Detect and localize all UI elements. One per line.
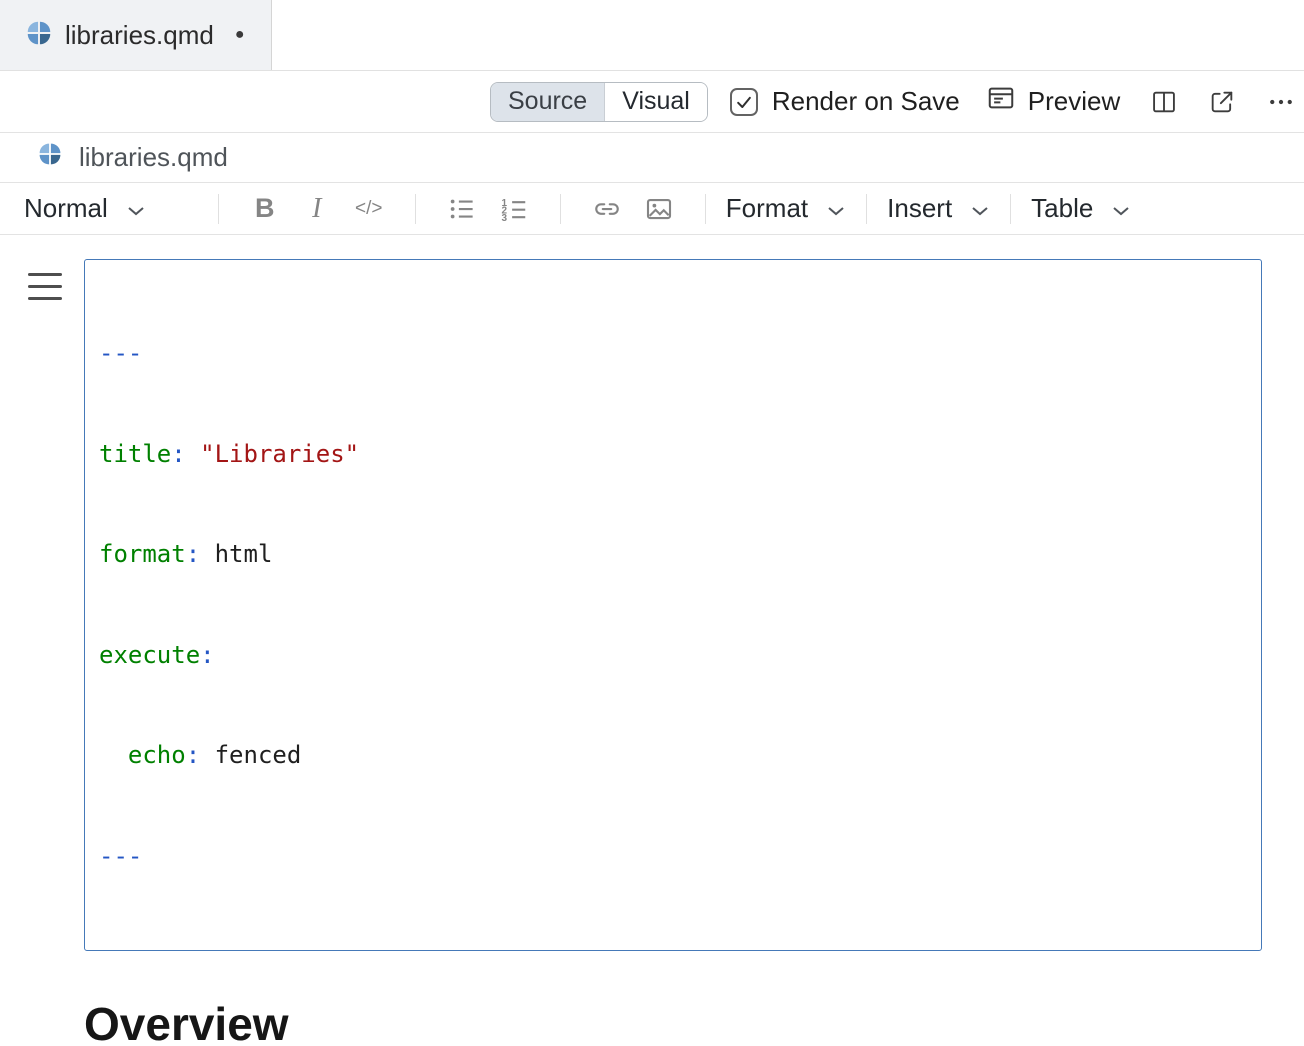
toolbar-separator	[705, 194, 706, 224]
preview-label: Preview	[1028, 86, 1120, 117]
split-editor-icon[interactable]	[1150, 88, 1178, 116]
source-visual-toggle: Source Visual	[490, 82, 708, 122]
numbered-list-icon: 123	[499, 194, 529, 224]
svg-text:3: 3	[501, 212, 507, 223]
chevron-down-icon	[826, 193, 846, 224]
insert-menu[interactable]: Insert	[887, 193, 990, 224]
more-actions-ellipsis-icon[interactable]	[1266, 87, 1296, 117]
yaml-line: execute:	[99, 639, 1247, 673]
yaml-front-matter[interactable]: --- title: "Libraries" format: html exec…	[84, 259, 1262, 951]
yaml-line: format: html	[99, 538, 1247, 572]
breadcrumb-file-name[interactable]: libraries.qmd	[79, 142, 228, 173]
source-toggle-button[interactable]: Source	[491, 83, 604, 121]
image-button[interactable]	[633, 187, 685, 231]
link-button[interactable]	[581, 187, 633, 231]
table-menu-label: Table	[1031, 193, 1093, 224]
editor-window: libraries.qmd ● Source Visual Render on …	[0, 0, 1304, 1046]
tab-title: libraries.qmd	[65, 20, 214, 51]
tab-libraries-qmd[interactable]: libraries.qmd ●	[0, 0, 272, 70]
render-on-save-control: Render on Save	[730, 86, 960, 117]
bullet-list-button[interactable]	[436, 187, 488, 231]
drag-handle-icon[interactable]	[28, 273, 62, 309]
bold-button[interactable]: B	[239, 187, 291, 231]
breadcrumb: libraries.qmd	[0, 133, 1304, 182]
numbered-list-button[interactable]: 123	[488, 187, 540, 231]
toolbar-separator	[866, 194, 867, 224]
chevron-down-icon	[1111, 193, 1131, 224]
window-actions	[1150, 87, 1296, 117]
visual-toggle-button[interactable]: Visual	[604, 83, 707, 121]
tab-bar: libraries.qmd ●	[0, 0, 1304, 71]
code-button[interactable]: </>	[343, 187, 395, 231]
editor-toolbar: Source Visual Render on Save Preview	[0, 71, 1304, 133]
chevron-down-icon	[970, 193, 990, 224]
toolbar-separator	[560, 194, 561, 224]
toolbar-separator	[415, 194, 416, 224]
image-icon	[644, 194, 674, 224]
heading-overview[interactable]: Overview	[84, 997, 1262, 1046]
render-on-save-checkbox[interactable]	[730, 88, 758, 116]
toolbar-separator	[218, 194, 219, 224]
render-on-save-label: Render on Save	[772, 86, 960, 117]
format-menu[interactable]: Format	[726, 193, 846, 224]
open-external-icon[interactable]	[1208, 88, 1236, 116]
insert-menu-label: Insert	[887, 193, 952, 224]
preview-button[interactable]: Preview	[986, 83, 1120, 120]
yaml-block-container: --- title: "Libraries" format: html exec…	[84, 259, 1262, 951]
unsaved-dot-icon: ●	[235, 26, 245, 44]
bullet-list-icon	[447, 194, 477, 224]
yaml-line: ---	[99, 337, 1247, 371]
editor-body[interactable]: --- title: "Libraries" format: html exec…	[0, 235, 1304, 1046]
paragraph-style-dropdown[interactable]: Normal	[24, 193, 146, 224]
preview-icon	[986, 83, 1016, 120]
quarto-logo-icon	[26, 20, 52, 51]
paragraph-style-label: Normal	[24, 193, 108, 224]
formatting-toolbar: Normal B I </> 123	[0, 182, 1304, 235]
quarto-logo-icon	[38, 142, 62, 173]
toolbar-separator	[1010, 194, 1011, 224]
yaml-line: echo: fenced	[99, 739, 1247, 773]
format-menu-label: Format	[726, 193, 808, 224]
yaml-line: ---	[99, 840, 1247, 874]
link-icon	[592, 194, 622, 224]
italic-button[interactable]: I	[291, 187, 343, 231]
checkmark-icon	[734, 92, 754, 112]
table-menu[interactable]: Table	[1031, 193, 1131, 224]
chevron-down-icon	[126, 193, 146, 224]
yaml-line: title: "Libraries"	[99, 438, 1247, 472]
